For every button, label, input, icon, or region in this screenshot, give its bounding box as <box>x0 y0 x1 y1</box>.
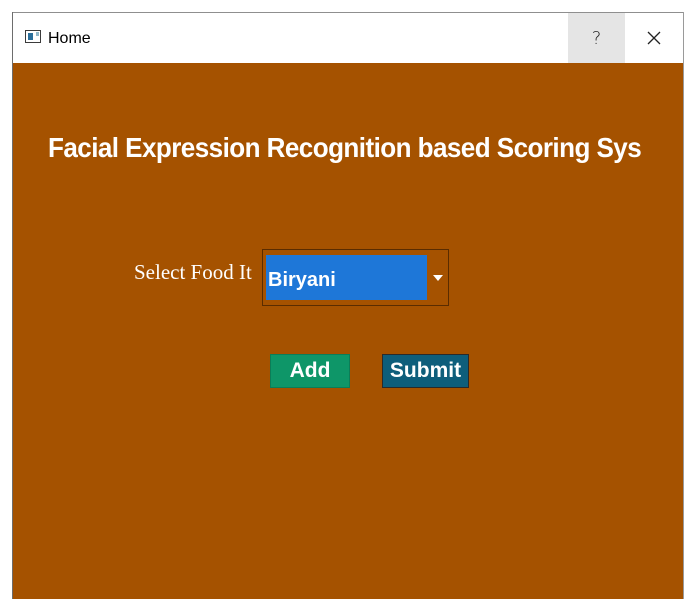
page-title: Facial Expression Recognition based Scor… <box>48 132 642 163</box>
title-bar[interactable]: Home ? <box>13 12 683 63</box>
food-item-label: Select Food It <box>134 260 252 284</box>
home-window: Home ? Facial Expression Recognition bas… <box>12 12 684 599</box>
close-button[interactable] <box>625 13 683 63</box>
close-icon <box>647 31 661 45</box>
food-item-selected-value: Biryani <box>266 255 427 300</box>
app-icon <box>25 30 41 43</box>
window-title: Home <box>48 30 91 47</box>
food-item-select[interactable]: Biryani <box>262 249 449 306</box>
submit-button[interactable]: Submit <box>382 354 469 388</box>
add-button[interactable]: Add <box>270 354 350 388</box>
chevron-down-icon[interactable] <box>430 255 446 300</box>
help-button[interactable]: ? <box>568 13 625 63</box>
